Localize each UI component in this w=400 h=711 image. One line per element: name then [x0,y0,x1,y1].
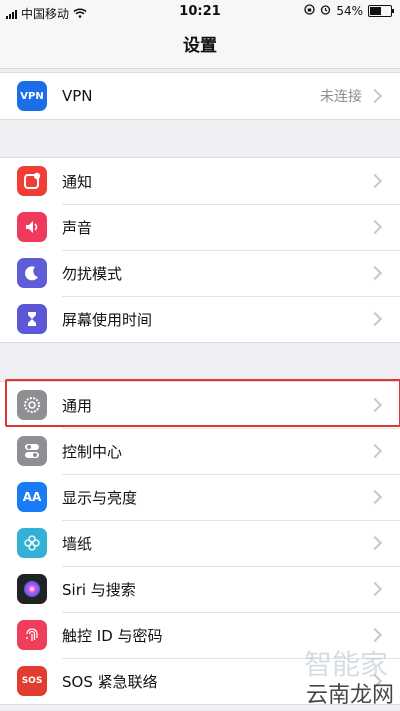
status-right: 54% [304,4,394,18]
row-label: 屏幕使用时间 [62,310,153,329]
chevron-right-icon [367,88,383,104]
vpn-status: 未连接 [320,89,362,105]
settings-row-moon[interactable]: 勿扰模式 [0,250,400,296]
row-label: 墙纸 [62,534,93,553]
display-icon: AA [17,482,47,512]
row-label: 声音 [62,218,93,237]
page-title: 设置 [183,36,217,56]
settings-row-hourglass[interactable]: 屏幕使用时间 [0,296,400,342]
sos-icon: SOS [17,666,47,696]
chevron-right-icon [367,443,383,459]
vpn-icon: VPN [17,81,47,111]
chevron-right-icon [367,627,383,643]
settings-row-vpn[interactable]: VPN VPN 未连接 [0,73,400,119]
row-label: 通知 [62,172,93,191]
notifications-group: 通知声音勿扰模式屏幕使用时间 [0,157,400,343]
notifications-icon [17,166,47,196]
vpn-group: VPN VPN 未连接 [0,72,400,120]
moon-icon [17,258,47,288]
settings-row-display[interactable]: AA 显示与亮度 [0,474,400,520]
row-label: Siri 与搜索 [62,580,136,599]
row-label: 显示与亮度 [62,488,138,507]
highlight-box [5,379,400,427]
watermark-site: 云南龙网 [305,683,394,708]
row-label: 勿扰模式 [62,264,123,283]
navigation-bar: 设置 [0,24,400,69]
chevron-right-icon [367,173,383,189]
sound-icon [17,212,47,242]
rotation-lock-icon [304,4,315,18]
chevron-right-icon [367,219,383,235]
status-bar: 中国移动 10:21 54% [0,0,400,24]
chevron-right-icon [367,535,383,551]
chevron-right-icon [367,581,383,597]
fingerprint-icon [17,620,47,650]
battery-percent: 54% [336,4,363,18]
row-label: VPN [62,87,93,105]
settings-row-sound[interactable]: 声音 [0,204,400,250]
siri-icon [17,574,47,604]
row-label: 控制中心 [62,442,123,461]
settings-row-siri[interactable]: Siri 与搜索 [0,566,400,612]
chevron-right-icon [367,489,383,505]
chevron-right-icon [367,265,383,281]
hourglass-icon [17,304,47,334]
flower-icon [17,528,47,558]
battery-icon [368,5,394,17]
settings-row-notifications[interactable]: 通知 [0,158,400,204]
settings-row-toggles[interactable]: 控制中心 [0,428,400,474]
settings-row-flower[interactable]: 墙纸 [0,520,400,566]
toggles-icon [17,436,47,466]
alarm-icon [320,4,331,18]
chevron-right-icon [367,311,383,327]
